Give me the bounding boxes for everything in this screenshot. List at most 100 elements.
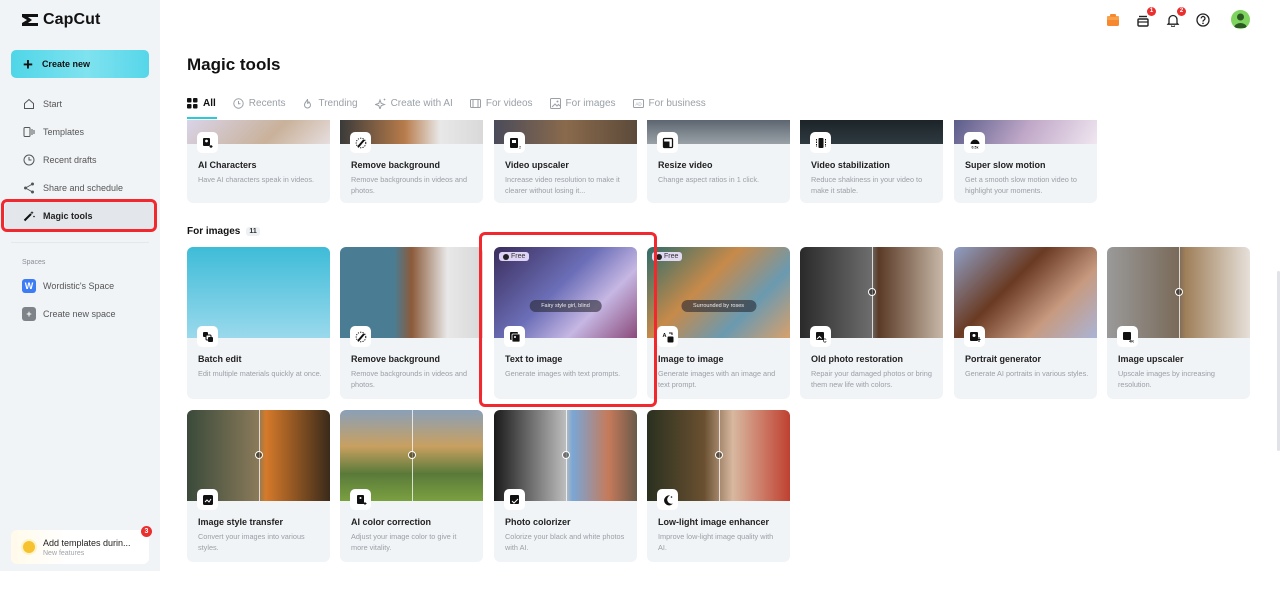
tool-description: Generate images with an image and text p…	[658, 369, 776, 389]
new-features-notice[interactable]: Add templates durin... New features 3	[11, 526, 152, 564]
tab-for-images[interactable]: For images	[549, 96, 616, 110]
sidebar-item-share-schedule[interactable]: Share and schedule	[0, 174, 160, 202]
sidebar-item-start[interactable]: Start	[0, 90, 160, 118]
tool-thumbnail	[340, 410, 483, 501]
tool-card[interactable]: 4K Image upscaler Upscale images by increa…	[1107, 247, 1250, 399]
tool-description: Get a smooth slow motion video to highli…	[965, 175, 1077, 195]
gift-icon[interactable]	[1105, 12, 1121, 28]
tab-for-business[interactable]: AD For business	[632, 96, 706, 110]
video-upscale-icon: 2x	[504, 132, 525, 153]
tool-description: Upscale images by increasing resolution.	[1118, 369, 1215, 389]
tool-card[interactable]: 0.5x Super slow motion Get a smooth slow m…	[954, 120, 1097, 203]
tab-label: For videos	[485, 97, 533, 109]
sidebar-item-recent-drafts[interactable]: Recent drafts	[0, 146, 160, 174]
remove-bg-icon	[350, 132, 371, 153]
section-count-badge: 11	[246, 227, 260, 236]
tool-card[interactable]: C Old photo restoration Repair your damage…	[800, 247, 943, 399]
tool-description: Generate AI portraits in various styles.	[965, 369, 1089, 378]
grid-icon	[187, 97, 198, 109]
capcut-logo[interactable]: CapCut	[21, 11, 100, 29]
sidebar-item-magic-tools[interactable]: Magic tools	[5, 202, 155, 230]
tool-title: AI Characters	[198, 160, 257, 170]
compare-handle-icon[interactable]	[407, 450, 416, 459]
sparkle-icon	[374, 98, 386, 109]
tool-title: Low-light image enhancer	[658, 517, 770, 527]
sidebar-item-label: Templates	[43, 127, 85, 137]
space-label: Create new space	[43, 309, 116, 319]
tool-card[interactable]: Photo colorizer Colorize your black and w…	[494, 410, 637, 562]
for-images-heading: For images 11	[187, 226, 260, 237]
compare-handle-icon[interactable]	[1174, 287, 1183, 296]
section-title: For images	[187, 226, 241, 237]
tab-trending[interactable]: Trending	[302, 96, 358, 110]
tool-thumbnail: Free Fairy style girl, blind	[494, 247, 637, 338]
remove-bg-icon	[350, 326, 371, 347]
compare-handle-icon[interactable]	[714, 450, 723, 459]
bottom-area	[0, 571, 1280, 601]
tool-description: Generate images with text prompts.	[505, 369, 621, 378]
tool-card[interactable]: Remove background Remove backgrounds in v…	[340, 120, 483, 203]
tab-all[interactable]: All	[187, 96, 216, 110]
tool-card[interactable]: Portrait generator Generate AI portraits …	[954, 247, 1097, 399]
ai-character-icon	[197, 132, 218, 153]
sidebar-item-label: Magic tools	[43, 211, 93, 221]
tab-label: Trending	[318, 97, 358, 109]
tool-thumbnail	[187, 247, 330, 338]
sidebar-nav: Start Templates Recent drafts Share and …	[0, 90, 160, 230]
prompt-example: Fairy style girl, blind	[529, 299, 602, 312]
tool-card[interactable]: Remove background Remove backgrounds in v…	[340, 247, 483, 399]
sidebar: CapCut + Create new Start Templates Rece…	[0, 0, 160, 571]
create-new-space-button[interactable]: + Create new space	[22, 307, 116, 321]
tool-card[interactable]: Video stabilization Reduce shakiness in y…	[800, 120, 943, 203]
plus-icon: +	[23, 54, 33, 74]
tool-card[interactable]: Batch edit Edit multiple materials quickl…	[187, 247, 330, 399]
ad-icon: AD	[632, 98, 644, 109]
bell-icon[interactable]: 2	[1165, 6, 1186, 28]
flame-icon	[302, 98, 313, 109]
help-icon[interactable]	[1195, 12, 1211, 28]
tool-thumbnail	[187, 410, 330, 501]
tool-thumbnail	[494, 410, 637, 501]
compare-handle-icon[interactable]	[561, 450, 570, 459]
page-title: Magic tools	[187, 55, 281, 74]
batch-edit-icon	[197, 326, 218, 347]
inbox-icon[interactable]: 1	[1135, 6, 1156, 28]
tool-card[interactable]: AI Characters Have AI characters speak in…	[187, 120, 330, 203]
tool-description: Remove backgrounds in videos and photos.	[351, 175, 468, 195]
compare-handle-icon[interactable]	[867, 287, 876, 296]
space-wordistic[interactable]: W Wordistic's Space	[22, 279, 114, 293]
tool-title: Old photo restoration	[811, 354, 903, 364]
sidebar-item-templates[interactable]: Templates	[0, 118, 160, 146]
clock-icon	[503, 253, 509, 260]
tab-recents[interactable]: Recents	[233, 96, 285, 110]
free-badge: Free	[499, 252, 530, 261]
tool-card[interactable]: AI color correction Adjust your image col…	[340, 410, 483, 562]
tab-for-videos[interactable]: For videos	[469, 96, 533, 110]
avatar[interactable]	[1231, 10, 1250, 29]
tool-card[interactable]: Free Fairy style girl, blind Text to image…	[494, 247, 637, 399]
create-new-label: Create new	[41, 59, 90, 69]
tool-description: Convert your images into various styles.	[198, 532, 305, 552]
tool-card[interactable]: Image style transfer Convert your images …	[187, 410, 330, 562]
plus-icon: +	[22, 307, 36, 321]
tool-card[interactable]: 2x Video upscaler Increase video resolutio…	[494, 120, 637, 203]
compare-handle-icon[interactable]	[254, 450, 263, 459]
tool-title: AI color correction	[351, 517, 432, 527]
space-label: Wordistic's Space	[43, 281, 115, 291]
svg-text:A: A	[662, 333, 666, 339]
tool-title: Image style transfer	[198, 517, 284, 527]
tool-title: Text to image	[505, 354, 563, 364]
tab-label: For business	[648, 97, 706, 109]
create-new-button[interactable]: + Create new	[11, 50, 149, 78]
photo-restore-icon: C	[810, 326, 831, 347]
tool-card[interactable]: Low-light image enhancer Improve low-ligh…	[647, 410, 790, 562]
tool-card[interactable]: Resize video Change aspect ratios in 1 cl…	[647, 120, 790, 203]
tool-thumbnail	[340, 247, 483, 338]
tool-description: Have AI characters speak in videos.	[198, 175, 314, 184]
sidebar-item-label: Recent drafts	[43, 155, 97, 165]
image-icon	[549, 97, 561, 109]
tool-description: Improve low-light image quality with AI.	[658, 532, 774, 552]
tool-card[interactable]: Free Surrounded by roses A Image to image Ge…	[647, 247, 790, 399]
style-transfer-icon	[197, 489, 218, 510]
tab-create-with-ai[interactable]: Create with AI	[374, 96, 453, 110]
